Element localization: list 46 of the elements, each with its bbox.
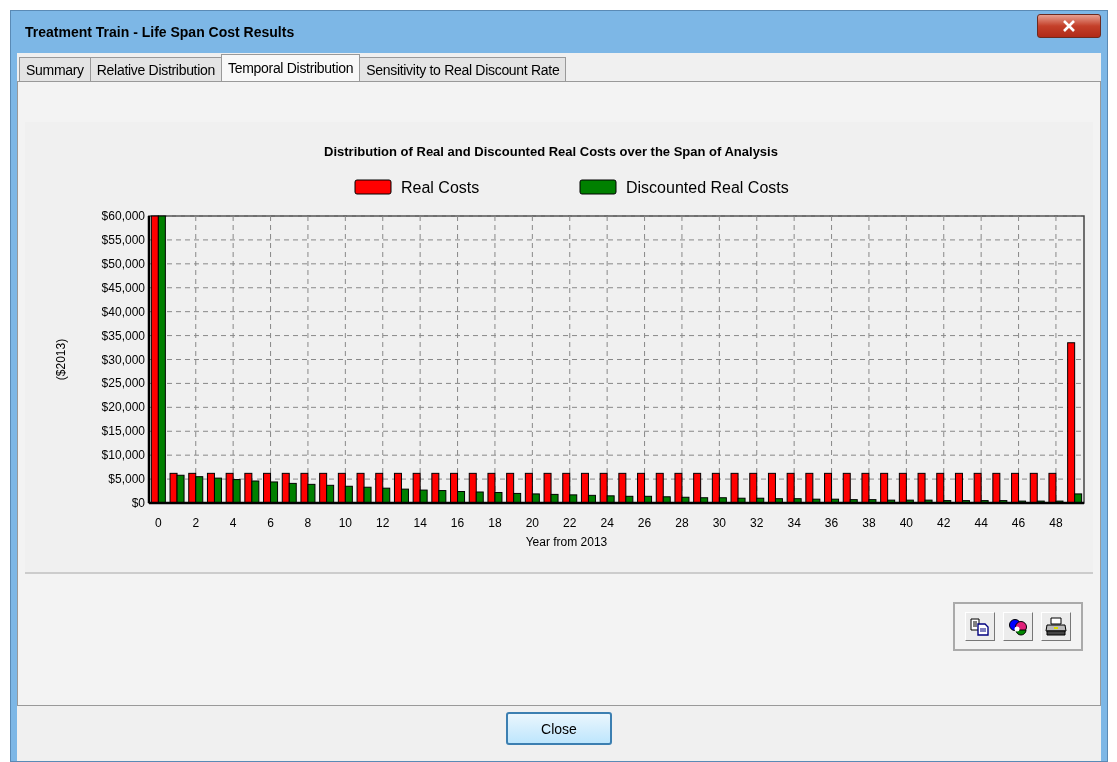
x-tick-label: 12 — [376, 516, 390, 530]
x-tick-label: 22 — [563, 516, 577, 530]
x-tick-label: 26 — [637, 516, 652, 530]
x-tick-label: 10 — [338, 516, 353, 530]
y-tick-label: $60,000 — [101, 209, 145, 223]
y-tick-label: $25,000 — [101, 376, 145, 391]
legend-item: Real Costs — [354, 179, 480, 196]
y-tick-label: $40,000 — [101, 304, 145, 319]
legend-label: Discounted Real Costs — [626, 179, 789, 196]
y-tick-label: $50,000 — [101, 256, 145, 271]
x-tick-label: 14 — [413, 516, 427, 530]
y-tick-label: $5,000 — [108, 472, 145, 487]
y-tick-label: $45,000 — [101, 280, 145, 295]
y-axis-title: ($2013) — [54, 338, 68, 381]
y-tick-label: $0 — [131, 496, 145, 510]
x-tick-label: 8 — [304, 516, 312, 530]
x-tick-label: 32 — [750, 516, 764, 530]
legend-item: Discounted Real Costs — [579, 179, 789, 196]
x-tick-label: 20 — [525, 516, 540, 530]
x-tick-label: 16 — [450, 516, 465, 530]
legend-label: Real Costs — [401, 179, 480, 196]
x-tick-label: 2 — [192, 516, 200, 530]
x-tick-label: 30 — [712, 516, 727, 530]
x-tick-label: 0 — [155, 516, 162, 530]
y-tick-label: $55,000 — [101, 232, 145, 247]
y-tick-label: $10,000 — [101, 448, 145, 463]
x-tick-label: 42 — [937, 516, 951, 530]
x-tick-label: 24 — [600, 516, 614, 530]
x-tick-label: 28 — [675, 516, 689, 530]
x-tick-label: 46 — [1011, 516, 1026, 530]
x-tick-label: 48 — [1049, 516, 1063, 530]
chart-title: Distribution of Real and Discounted Real Costs over the Span of Analysis — [324, 144, 778, 159]
y-tick-label: $30,000 — [101, 352, 145, 367]
y-tick-label: $20,000 — [101, 400, 145, 415]
y-tick-label: $35,000 — [101, 328, 145, 343]
x-tick-label: 38 — [862, 516, 876, 530]
x-tick-label: 4 — [229, 516, 237, 530]
x-tick-label: 36 — [824, 516, 839, 530]
window-title: Treatment Train - Life Span Cost Results — [25, 24, 295, 40]
y-tick-label: $15,000 — [101, 424, 145, 439]
x-tick-label: 44 — [974, 516, 988, 530]
x-axis-title: Year from 2013 — [525, 535, 608, 549]
x-tick-label: 6 — [267, 516, 274, 530]
x-tick-label: 40 — [899, 516, 914, 530]
x-tick-label: 18 — [488, 516, 502, 530]
x-tick-label: 34 — [787, 516, 801, 530]
